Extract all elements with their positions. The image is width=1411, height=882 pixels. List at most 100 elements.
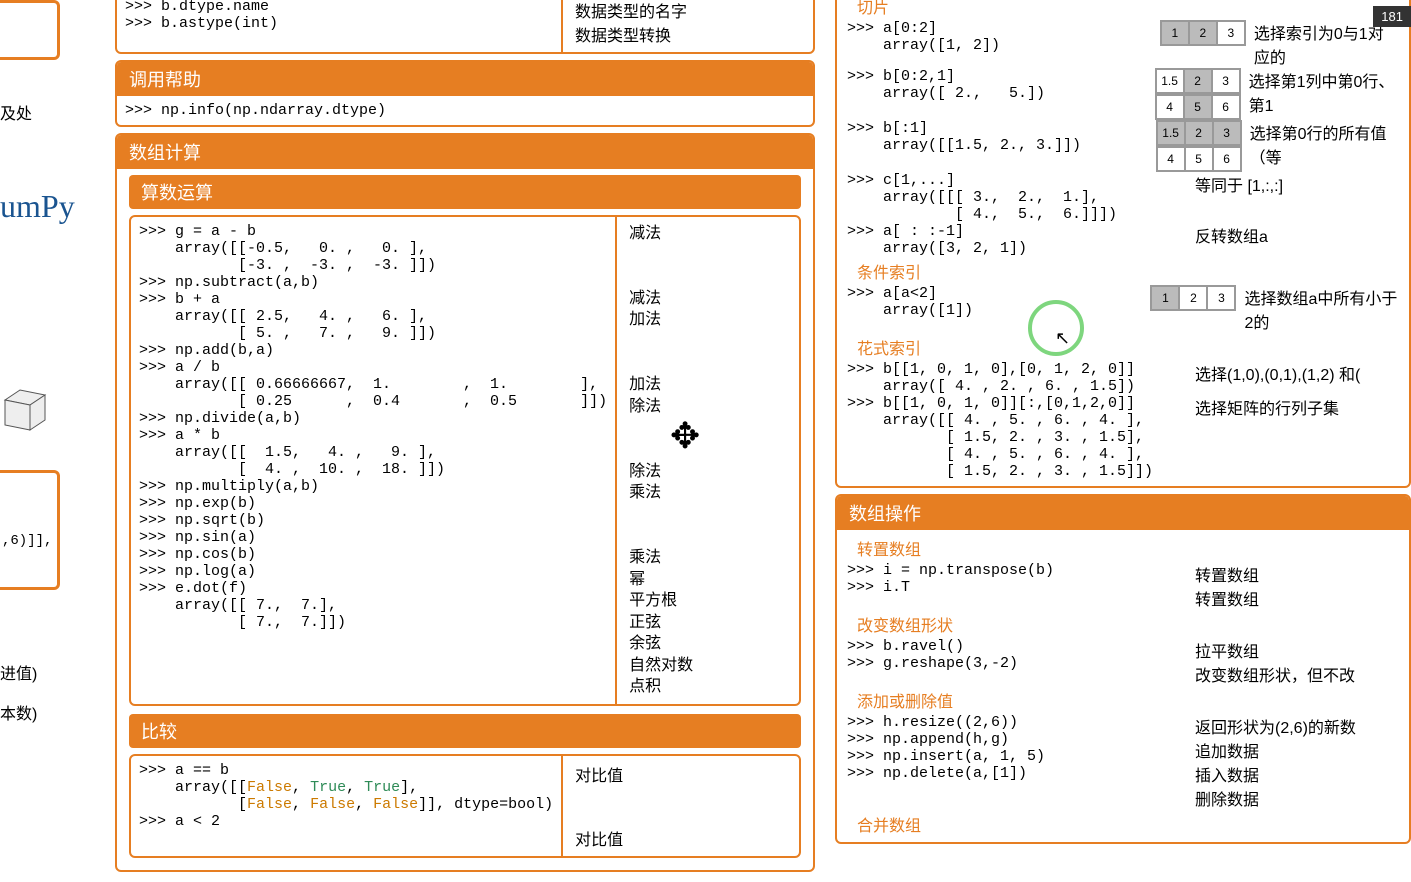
slice-c1: >>> a[0:2] array([1, 2]) [847, 20, 1152, 54]
dtype-d1: 数据类型的名字 [575, 0, 801, 22]
dtype-box: >>> b.dtype.name >>> b.astype(int) 数据类型的… [115, 0, 815, 54]
numpy-logo-text: umPy [0, 188, 75, 225]
manip-header: 数组操作 [837, 496, 1409, 530]
cmp-l2c: , [346, 779, 364, 796]
badge: 181 [1373, 6, 1411, 27]
slice-row-3: >>> b[:1] array([[1.5, 2., 3.]]) 1.523 4… [847, 120, 1399, 172]
grid-2: 1.523 456 [1155, 68, 1241, 120]
dtype-d2: 数据类型转换 [575, 22, 801, 46]
fancy-d1: 选择(1,0),(0,1),(1,2) 和( [1195, 361, 1360, 385]
transpose-d2: 转置数组 [1195, 586, 1259, 610]
transpose-d1: 转置数组 [1195, 562, 1259, 586]
frag-text-1: 及处 [0, 100, 32, 124]
slice-row-4: >>> c[1,...] array([[[ 3., 2., 1.], [ 4.… [847, 172, 1399, 223]
fancy-row-1: >>> b[[1, 0, 1, 0],[0, 1, 2, 0]] array([… [847, 361, 1399, 395]
slice-d4: 等同于 [1,:,:] [1195, 172, 1283, 196]
slice-header: 切片 [847, 0, 1399, 20]
dtype-desc: 数据类型的名字数据类型转换 [563, 0, 813, 52]
compare-content: >>> a == b array([[False, True, True], [… [129, 754, 801, 858]
arith-desc: 减法 减法 加法 加法 除法 除法 乘法 乘法 幂 平方根 正弦 余弦 自然对数… [617, 217, 799, 704]
slice-d1: 选择索引为0与1对应的 [1254, 20, 1399, 68]
slice-d5: 反转数组a [1195, 223, 1268, 247]
manip-box: 数组操作 转置数组 >>> i = np.transpose(b) >>> i.… [835, 494, 1411, 844]
slice-row-2: >>> b[0:2,1] array([ 2., 5.]) 1.523 456 … [847, 68, 1399, 120]
frag-text-2: 进值) [0, 660, 37, 684]
indexing-box: 切片 >>> a[0:2] array([1, 2]) 123 选择索引为0与1… [835, 0, 1411, 488]
cmp-l2a: array([[ [139, 779, 247, 796]
fancy-c2: >>> b[[1, 0, 1, 0]][:,[0,1,2,0]] array([… [847, 395, 1187, 480]
cmp-l4: >>> a < 2 [139, 813, 220, 830]
cmp-l2d: ], [400, 779, 418, 796]
transpose-code: >>> i = np.transpose(b) >>> i.T [847, 562, 1187, 596]
grid-3: 1.523 456 [1156, 120, 1242, 172]
addrem-d3: 插入数据 [1195, 762, 1356, 786]
left-sidebar-fragment: 及处 umPy ,6)]], 进值) 本数) [0, 0, 60, 882]
arith-code: >>> g = a - b array([[-0.5, 0. , 0. ], [… [131, 217, 617, 704]
fancy-row-2: >>> b[[1, 0, 1, 0]][:,[0,1,2,0]] array([… [847, 395, 1399, 480]
calc-header: 数组计算 [117, 135, 813, 169]
arith-content: >>> g = a - b array([[-0.5, 0. , 0. ], [… [129, 215, 801, 706]
addrem-d4: 删除数据 [1195, 786, 1356, 810]
addrem-d1: 返回形状为(2,6)的新数 [1195, 714, 1356, 738]
transpose-header: 转置数组 [847, 534, 1399, 562]
cmp-l2b: , [292, 779, 310, 796]
edge-box-1 [0, 0, 60, 60]
cmp-l3c: , [355, 796, 373, 813]
combine-header: 合并数组 [847, 810, 1399, 838]
slice-c5: >>> a[ : :-1] array([3, 2, 1]) [847, 223, 1187, 257]
dtype-l1: >>> b.dtype.name [125, 0, 269, 15]
reshape-desc: 拉平数组 改变数组形状，但不改 [1195, 638, 1355, 686]
compare-header: 比较 [129, 714, 801, 748]
reshape-header: 改变数组形状 [847, 610, 1399, 638]
leftcode: ,6)]], [0, 473, 57, 549]
fancy-c1: >>> b[[1, 0, 1, 0],[0, 1, 2, 0]] array([… [847, 361, 1187, 395]
transpose-desc: 转置数组 转置数组 [1195, 562, 1259, 610]
slice-c2: >>> b[0:2,1] array([ 2., 5.]) [847, 68, 1147, 102]
slice-d2: 选择第1列中第0行、第1 [1249, 68, 1399, 116]
reshape-d2: 改变数组形状，但不改 [1195, 662, 1355, 686]
reshape-row: >>> b.ravel() >>> g.reshape(3,-2) 拉平数组 改… [847, 638, 1399, 686]
cond-header: 条件索引 [847, 257, 1399, 285]
cmp-l3d: ]], dtype=bool) [418, 796, 553, 813]
slice-c3: >>> b[:1] array([[1.5, 2., 3.]]) [847, 120, 1148, 154]
calc-box: 数组计算 算数运算 >>> g = a - b array([[-0.5, 0.… [115, 133, 815, 872]
fancy-d2: 选择矩阵的行列子集 [1195, 395, 1339, 419]
cmp-l3b: , [292, 796, 310, 813]
transpose-row: >>> i = np.transpose(b) >>> i.T 转置数组 转置数… [847, 562, 1399, 610]
reshape-code: >>> b.ravel() >>> g.reshape(3,-2) [847, 638, 1187, 672]
cmp-f2: False [247, 796, 292, 813]
addrem-header: 添加或删除值 [847, 686, 1399, 714]
addrem-code: >>> h.resize((2,6)) >>> np.append(h,g) >… [847, 714, 1187, 782]
addrem-desc: 返回形状为(2,6)的新数 追加数据 插入数据 删除数据 [1195, 714, 1356, 810]
frag-text-3: 本数) [0, 700, 37, 724]
cmp-f4: False [373, 796, 418, 813]
slice-row-1: >>> a[0:2] array([1, 2]) 123 选择索引为0与1对应的 [847, 20, 1399, 68]
reshape-d1: 拉平数组 [1195, 638, 1355, 662]
dtype-code: >>> b.dtype.name >>> b.astype(int) [117, 0, 563, 52]
cmp-l3a: [ [139, 796, 247, 813]
cube-icon [0, 380, 50, 440]
slice-row-5: >>> a[ : :-1] array([3, 2, 1]) 反转数组a [847, 223, 1399, 257]
cmp-t2: True [364, 779, 400, 796]
cmp-t1: True [310, 779, 346, 796]
grid-cond: 123 [1150, 285, 1236, 311]
cmp-f3: False [310, 796, 355, 813]
cond-desc: 选择数组a中所有小于2的 [1244, 285, 1399, 333]
cmp-f1: False [247, 779, 292, 796]
main-column: >>> b.dtype.name >>> b.astype(int) 数据类型的… [115, 0, 815, 878]
cond-row: >>> a[a<2] array([1]) 123 选择数组a中所有小于2的 [847, 285, 1399, 333]
right-column: 切片 >>> a[0:2] array([1, 2]) 123 选择索引为0与1… [835, 0, 1411, 850]
fancy-header: 花式索引 [847, 333, 1399, 361]
edge-box-2: ,6)]], [0, 470, 60, 590]
compare-desc: 对比值 对比值 [563, 756, 799, 856]
grid-1: 123 [1160, 20, 1246, 46]
addrem-d2: 追加数据 [1195, 738, 1356, 762]
cmp-l1: >>> a == b [139, 762, 229, 779]
help-code: >>> np.info(np.ndarray.dtype) [117, 96, 813, 125]
compare-code: >>> a == b array([[False, True, True], [… [131, 756, 563, 856]
slice-c4: >>> c[1,...] array([[[ 3., 2., 1.], [ 4.… [847, 172, 1187, 223]
cmp-d2: 对比值 [575, 826, 787, 850]
dtype-l2: >>> b.astype(int) [125, 15, 278, 32]
cmp-d1: 对比值 [575, 762, 787, 786]
help-header: 调用帮助 [117, 62, 813, 96]
